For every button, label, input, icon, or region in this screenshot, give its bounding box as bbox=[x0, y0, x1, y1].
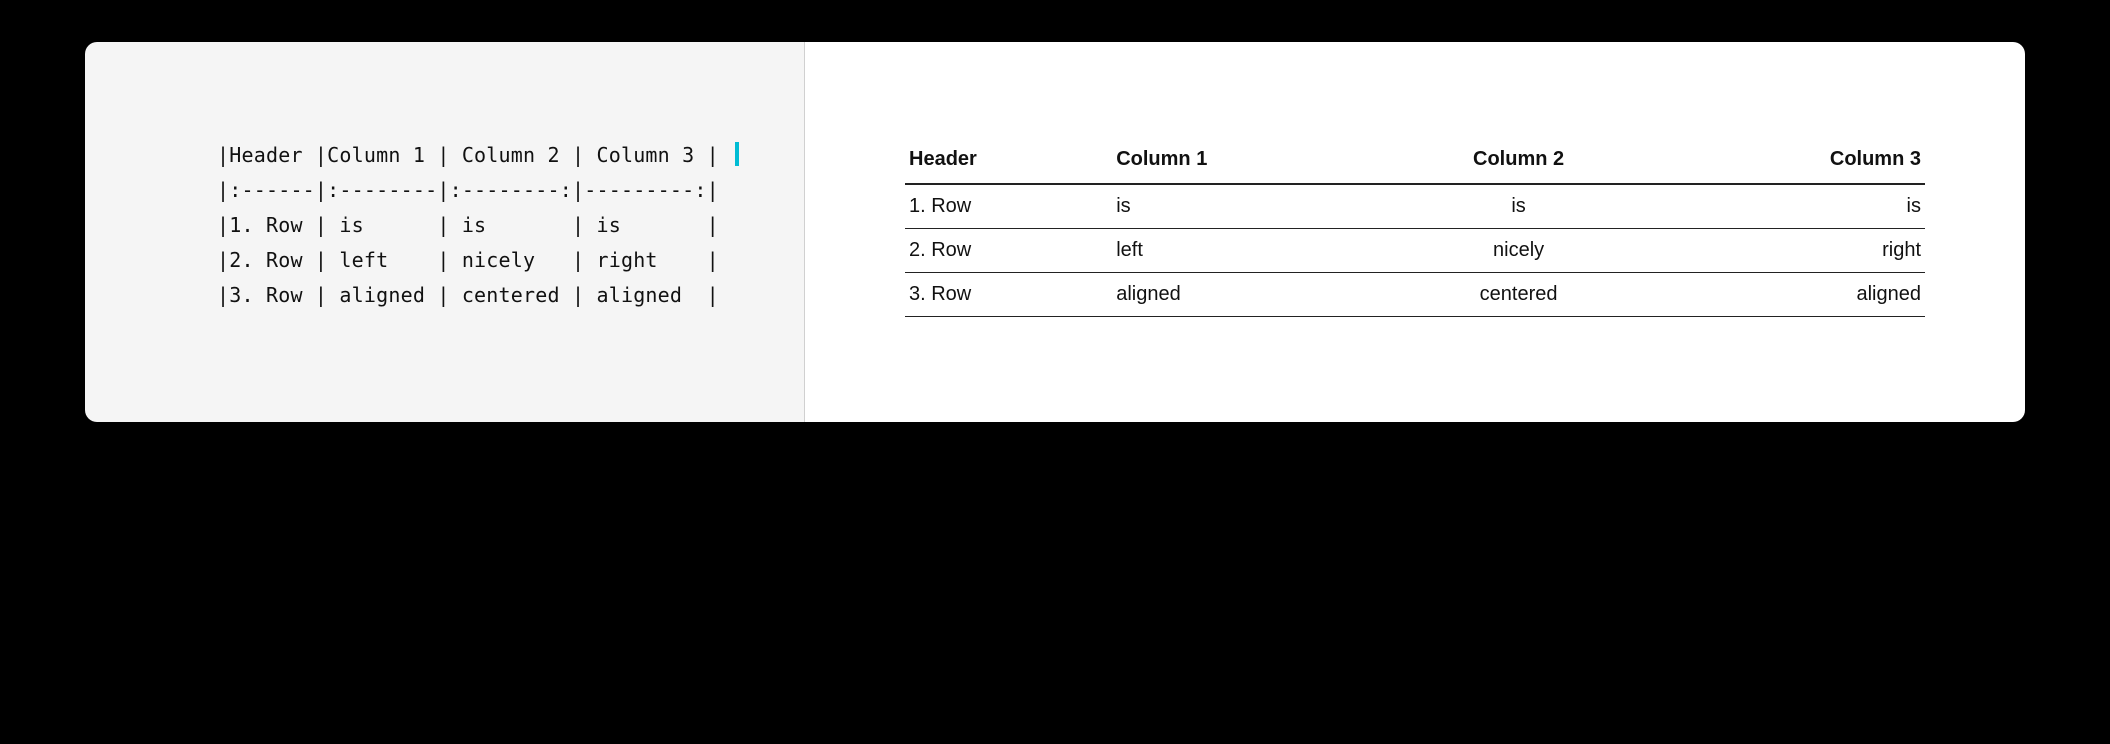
table-header-cell: Header bbox=[905, 138, 1112, 184]
table-header-cell: Column 3 bbox=[1654, 138, 1925, 184]
table-header-row: Header Column 1 Column 2 Column 3 bbox=[905, 138, 1925, 184]
editor-line-text: |Header |Column 1 | Column 2 | Column 3 … bbox=[217, 143, 731, 167]
table-row: 1. Row is is is bbox=[905, 184, 1925, 229]
table-cell: 2. Row bbox=[905, 229, 1112, 273]
editor-line[interactable]: |3. Row | aligned | centered | aligned | bbox=[217, 278, 804, 313]
table-cell: is bbox=[1112, 184, 1383, 229]
editor-line-text: |:------|:--------|:--------:|---------:… bbox=[217, 178, 719, 202]
preview-table: Header Column 1 Column 2 Column 3 1. Row… bbox=[905, 138, 1925, 317]
table-cell: 1. Row bbox=[905, 184, 1112, 229]
table-cell: centered bbox=[1383, 273, 1654, 317]
table-row: 2. Row left nicely right bbox=[905, 229, 1925, 273]
table-cell: nicely bbox=[1383, 229, 1654, 273]
editor-line-text: |1. Row | is | is | is | bbox=[217, 213, 719, 237]
table-cell: aligned bbox=[1112, 273, 1383, 317]
markdown-editor-window: |Header |Column 1 | Column 2 | Column 3 … bbox=[85, 42, 2025, 422]
table-cell: right bbox=[1654, 229, 1925, 273]
table-cell: aligned bbox=[1654, 273, 1925, 317]
editor-pane[interactable]: |Header |Column 1 | Column 2 | Column 3 … bbox=[85, 42, 805, 422]
text-cursor-icon bbox=[735, 142, 739, 166]
table-header-cell: Column 2 bbox=[1383, 138, 1654, 184]
preview-pane: Header Column 1 Column 2 Column 3 1. Row… bbox=[805, 42, 2025, 422]
editor-content[interactable]: |Header |Column 1 | Column 2 | Column 3 … bbox=[217, 138, 804, 313]
editor-line[interactable]: |:------|:--------|:--------:|---------:… bbox=[217, 173, 804, 208]
table-row: 3. Row aligned centered aligned bbox=[905, 273, 1925, 317]
editor-line-text: |3. Row | aligned | centered | aligned | bbox=[217, 283, 719, 307]
table-header-cell: Column 1 bbox=[1112, 138, 1383, 184]
editor-line[interactable]: |1. Row | is | is | is | bbox=[217, 208, 804, 243]
editor-line-text: |2. Row | left | nicely | right | bbox=[217, 248, 719, 272]
editor-line[interactable]: |2. Row | left | nicely | right | bbox=[217, 243, 804, 278]
table-cell: 3. Row bbox=[905, 273, 1112, 317]
table-cell: is bbox=[1654, 184, 1925, 229]
table-cell: left bbox=[1112, 229, 1383, 273]
editor-line[interactable]: |Header |Column 1 | Column 2 | Column 3 … bbox=[217, 138, 804, 173]
table-cell: is bbox=[1383, 184, 1654, 229]
